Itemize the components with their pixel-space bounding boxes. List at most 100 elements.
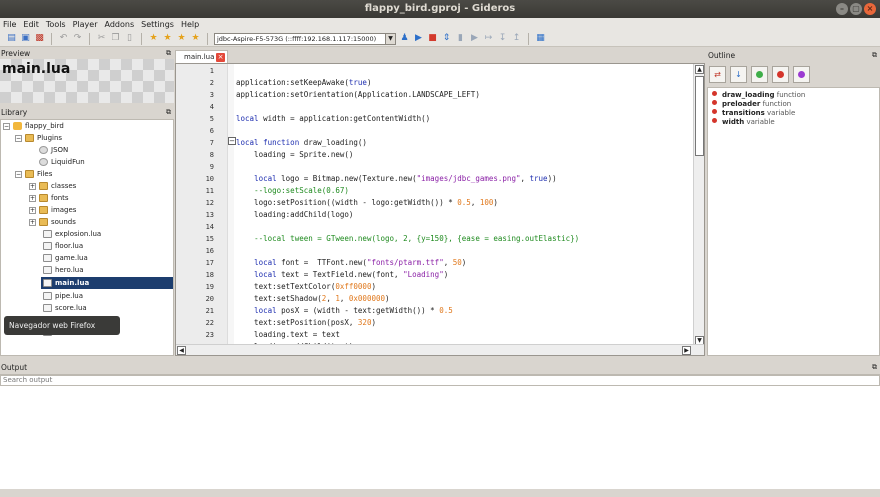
- stop-icon[interactable]: ■: [427, 33, 438, 44]
- new-project-icon[interactable]: ▤: [6, 33, 17, 44]
- collapse-icon[interactable]: −: [15, 134, 22, 142]
- menu-file[interactable]: File: [3, 20, 16, 29]
- menu-tools[interactable]: Tools: [46, 20, 66, 29]
- step-out-icon[interactable]: ↥: [511, 33, 522, 44]
- filter-purple-icon[interactable]: [793, 65, 810, 83]
- export-icon[interactable]: ⇕: [441, 33, 452, 44]
- step-into-icon[interactable]: ↧: [497, 33, 508, 44]
- expand-icon[interactable]: +: [29, 206, 36, 214]
- save-icon[interactable]: ▣: [20, 33, 31, 44]
- output-area[interactable]: [0, 374, 880, 489]
- tree-item-file[interactable]: explosion.lua: [43, 228, 101, 240]
- line-number: 17: [205, 259, 214, 267]
- expand-icon[interactable]: +: [29, 182, 36, 190]
- tree-item-file[interactable]: hero.lua: [43, 264, 84, 276]
- scroll-right-icon[interactable]: ▶: [682, 346, 691, 355]
- code-line: --logo:setScale(0.67): [254, 186, 349, 195]
- tab-label: main.lua: [184, 53, 215, 61]
- redo-icon[interactable]: ↷: [72, 33, 83, 44]
- previous-bookmark-icon[interactable]: ★: [176, 33, 187, 44]
- outline-item[interactable]: transitions variable: [712, 109, 795, 118]
- close-window-icon[interactable]: ×: [864, 3, 876, 15]
- float-panel-icon[interactable]: ⧉: [872, 362, 877, 373]
- run-debug-icon[interactable]: ▶: [469, 33, 480, 44]
- tree-item-folder[interactable]: + fonts: [29, 192, 69, 204]
- menu-settings[interactable]: Settings: [141, 20, 174, 29]
- tree-item-file[interactable]: game.lua: [43, 252, 88, 264]
- expand-icon[interactable]: +: [29, 218, 36, 226]
- toolbar-separator: [528, 32, 529, 45]
- outline-item-name: preloader: [722, 100, 761, 108]
- tree-item-file-selected[interactable]: main.lua: [41, 277, 173, 289]
- sort-icon[interactable]: ↓: [730, 65, 747, 83]
- file-name: main.lua: [55, 279, 90, 287]
- code-line: local posX = (width - text:getWidth()) *…: [254, 306, 453, 315]
- search-output-input[interactable]: Search output: [0, 375, 880, 386]
- tree-item-plugin[interactable]: LiquidFun: [39, 156, 85, 168]
- fold-toggle-icon[interactable]: −: [228, 137, 236, 145]
- status-bar: [0, 489, 880, 497]
- tree-item-plugin[interactable]: JSON: [39, 144, 68, 156]
- menu-addons[interactable]: Addons: [105, 20, 135, 29]
- step-over-icon[interactable]: ↦: [483, 33, 494, 44]
- toggle-bookmark-icon[interactable]: ★: [148, 33, 159, 44]
- file-name: score.lua: [55, 304, 87, 312]
- undo-icon[interactable]: ↶: [58, 33, 69, 44]
- play-icon[interactable]: ▶: [413, 33, 424, 44]
- collapse-icon[interactable]: −: [15, 170, 22, 178]
- float-panel-icon[interactable]: ⧉: [166, 48, 171, 59]
- tree-item-project[interactable]: − flappy_bird: [3, 120, 64, 132]
- tree-item-file[interactable]: pipe.lua: [43, 290, 83, 302]
- scrollbar-thumb[interactable]: [695, 76, 704, 156]
- tree-item-plugins[interactable]: − Plugins: [15, 132, 62, 144]
- paste-icon[interactable]: ▯: [124, 33, 135, 44]
- menu-edit[interactable]: Edit: [23, 20, 39, 29]
- files-folder-icon: [25, 170, 34, 178]
- copy-icon[interactable]: ❐: [110, 33, 121, 44]
- player-device-select[interactable]: jdbc-Aspire-F5-573G (::ffff:192.168.1.11…: [214, 32, 396, 45]
- outline-item[interactable]: width variable: [712, 118, 775, 127]
- menu-help[interactable]: Help: [181, 20, 199, 29]
- code-editor[interactable]: 1 2 3 4 5 6 7 8 9 10 11 12 13 14 15 16 1…: [175, 63, 705, 356]
- outline-item[interactable]: preloader function: [712, 100, 791, 109]
- editor-horizontal-scrollbar[interactable]: ◀ ▶: [176, 344, 704, 355]
- start-player-icon[interactable]: ♟: [399, 33, 410, 44]
- tree-item-folder[interactable]: + sounds: [29, 216, 76, 228]
- expand-icon[interactable]: +: [29, 194, 36, 202]
- maximize-icon[interactable]: ▢: [850, 3, 862, 15]
- code-line: local text = TextField.new(font, "Loadin…: [254, 270, 449, 279]
- lua-file-icon: [43, 254, 52, 262]
- link-editor-icon[interactable]: ⇄: [709, 65, 726, 83]
- outline-item[interactable]: draw_loading function: [712, 91, 805, 100]
- editor-vertical-scrollbar[interactable]: ▲ ▼: [693, 64, 704, 346]
- close-tab-icon[interactable]: ×: [216, 53, 225, 62]
- cut-icon[interactable]: ✂: [96, 33, 107, 44]
- collapse-icon[interactable]: −: [3, 122, 10, 130]
- tree-item-file[interactable]: floor.lua: [43, 240, 83, 252]
- player-device-value: jdbc-Aspire-F5-573G (::ffff:192.168.1.11…: [217, 34, 377, 43]
- tree-item-folder[interactable]: + classes: [29, 180, 76, 192]
- filter-red-icon[interactable]: [772, 65, 789, 83]
- line-number: 11: [205, 187, 214, 195]
- scroll-left-icon[interactable]: ◀: [177, 346, 186, 355]
- code-line: application:setOrientation(Application.L…: [236, 90, 480, 99]
- float-panel-icon[interactable]: ⧉: [166, 107, 171, 118]
- filter-green-icon[interactable]: [751, 65, 768, 83]
- code-line: text:setTextColor(0xff0000): [236, 282, 376, 291]
- clear-bookmarks-icon[interactable]: ★: [190, 33, 201, 44]
- save-all-icon[interactable]: ▩: [34, 33, 45, 44]
- tree-item-files[interactable]: − Files: [15, 168, 52, 180]
- tree-item-folder[interactable]: + images: [29, 204, 76, 216]
- float-panel-icon[interactable]: ⧉: [872, 50, 877, 61]
- console-icon[interactable]: ▦: [535, 33, 546, 44]
- menu-player[interactable]: Player: [73, 20, 98, 29]
- line-number: 16: [205, 247, 214, 255]
- scroll-up-icon[interactable]: ▲: [695, 65, 704, 74]
- next-bookmark-icon[interactable]: ★: [162, 33, 173, 44]
- tree-item-file[interactable]: score.lua: [43, 302, 87, 314]
- debug-icon[interactable]: ▮: [455, 33, 466, 44]
- tab-main-lua[interactable]: main.lua ×: [175, 50, 228, 64]
- chevron-down-icon[interactable]: ▼: [385, 33, 395, 44]
- folder-name: fonts: [51, 194, 69, 202]
- minimize-icon[interactable]: –: [836, 3, 848, 15]
